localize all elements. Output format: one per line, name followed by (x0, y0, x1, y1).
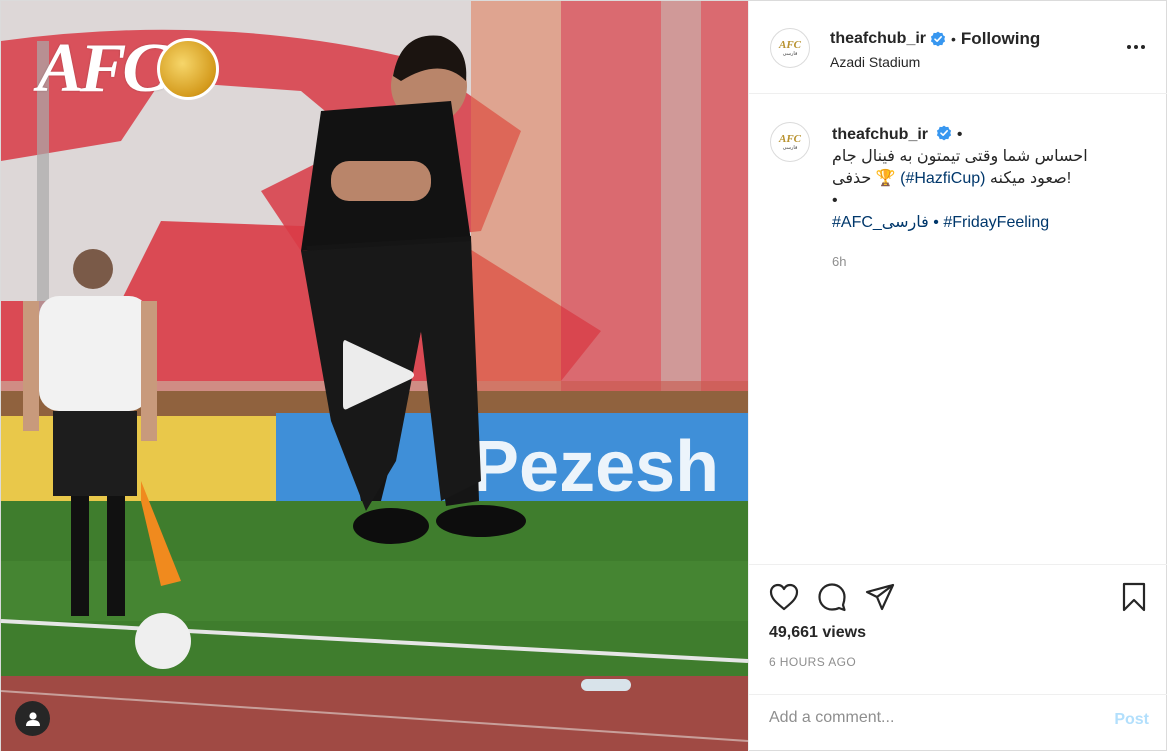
post-comment-button[interactable]: Post (1114, 711, 1149, 729)
post-timestamp[interactable]: 6 HOURS AGO (769, 655, 856, 669)
comment-input[interactable] (769, 709, 1069, 727)
action-icons (767, 580, 897, 614)
action-bar: 49,661 views 6 HOURS AGO (749, 564, 1167, 694)
comment-icon[interactable] (815, 580, 849, 614)
caption-timestamp[interactable]: 6h (832, 254, 846, 269)
caption-line2-text: حذفی (832, 170, 872, 187)
caption-line-2: حذفی 🏆 (#HazfiCup) صعود میکنه! (832, 168, 1152, 190)
comment-form: Post (749, 694, 1167, 751)
hashtag-hazficup[interactable]: (#HazfiCup) (900, 170, 985, 187)
share-icon[interactable] (863, 580, 897, 614)
caption-avatar-logo-text: AFC (778, 132, 801, 145)
avatar-logo-text: AFC (778, 38, 801, 51)
hashtag-separator: • (933, 214, 939, 231)
bookmark-icon[interactable] (1117, 580, 1151, 614)
more-horizontal-icon[interactable] (1126, 37, 1146, 62)
trophy-emoji: 🏆 (875, 170, 896, 187)
user-tag-icon[interactable] (15, 701, 50, 736)
caption-line2-end: صعود میکنه! (989, 170, 1072, 187)
instagram-post: Pezesh AFC AFC فارسی theafchub_ir • Foll… (0, 0, 1167, 751)
avatar-subtext: فارسی (782, 50, 798, 57)
view-count[interactable]: 49,661 views (769, 624, 866, 642)
hashtag-afc[interactable]: #AFC_فارسی (832, 214, 929, 231)
avatar[interactable]: AFC فارسی (770, 28, 810, 68)
afc-logo-text: AFC (37, 30, 169, 107)
post-details-panel: AFC فارسی theafchub_ir • Following Azadi… (748, 1, 1167, 751)
header-names: theafchub_ir • Following Azadi Stadium (830, 29, 1040, 70)
caption-hashtags: #AFC_فارسی • #FridayFeeling (832, 212, 1152, 234)
separator-dot: • (951, 31, 956, 47)
caption-line-1: احساس شما وقتی تیمتون به فینال جام (832, 148, 1088, 165)
afc-watermark: AFC (37, 29, 220, 109)
afc-ball-icon (157, 38, 220, 100)
caption-text: theafchub_ir • احساس شما وقتی تیمتون به … (832, 124, 1152, 234)
post-header: AFC فارسی theafchub_ir • Following Azadi… (749, 1, 1167, 94)
heart-icon[interactable] (767, 580, 801, 614)
username-link[interactable]: theafchub_ir (830, 30, 926, 48)
play-icon[interactable] (339, 335, 417, 415)
location-link[interactable]: Azadi Stadium (830, 54, 1040, 70)
caption-avatar-subtext: فارسی (782, 144, 798, 151)
caption-username-link[interactable]: theafchub_ir (832, 126, 928, 143)
post-video[interactable]: Pezesh AFC (1, 1, 748, 751)
hashtag-fridayfeeling[interactable]: #FridayFeeling (943, 214, 1049, 231)
verified-badge-icon (937, 125, 952, 141)
verified-badge-icon (930, 31, 946, 47)
caption-separator: • (956, 126, 963, 143)
caption-section: AFC فارسی theafchub_ir • احساس شما وقتی … (749, 94, 1167, 564)
following-button[interactable]: Following (961, 29, 1040, 49)
caption-line-3: • (832, 192, 838, 209)
caption-avatar[interactable]: AFC فارسی (770, 122, 810, 162)
banner-text: Pezesh (471, 427, 719, 507)
